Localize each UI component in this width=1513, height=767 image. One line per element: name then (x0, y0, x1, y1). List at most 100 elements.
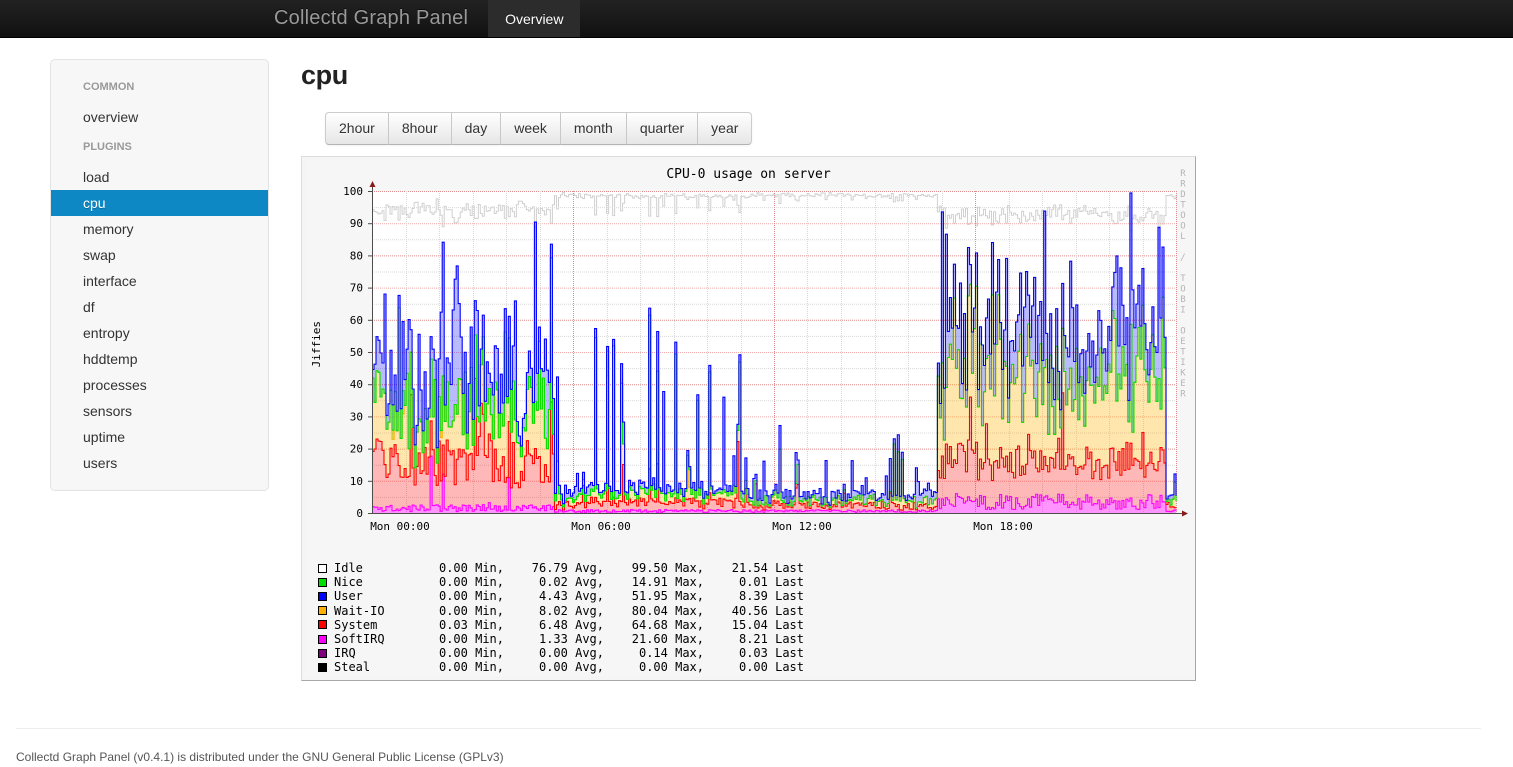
legend-stat-min: 0.00 Min, (424, 660, 504, 675)
svg-text:40: 40 (350, 378, 363, 391)
svg-text:30: 30 (350, 410, 363, 423)
brand-title[interactable]: Collectd Graph Panel (274, 0, 488, 37)
legend-series-name: IRQ (334, 646, 356, 661)
legend-stat-max: 80.04 Max, (624, 603, 704, 618)
graph-legend: Idle 0.00 Min, 76.79 Avg, 99.50 Max, 21.… (318, 561, 804, 675)
svg-text:Mon 12:00: Mon 12:00 (772, 520, 832, 533)
legend-series-name: Idle (334, 561, 363, 575)
legend-stat-last: 0.00 Last (724, 660, 804, 675)
navbar-tabs: Overview (488, 0, 581, 37)
sidebar-item-overview[interactable]: overview (51, 104, 268, 130)
sidebar-link-sensors[interactable]: sensors (51, 398, 268, 424)
sidebar-item-memory[interactable]: memory (51, 216, 268, 242)
legend-row: Steal 0.00 Min, 0.00 Avg, 0.00 Max, 0.00… (318, 660, 804, 674)
timespan-button-group: 2hour 8hour day week month quarter year (325, 112, 753, 145)
sidebar-item-processes[interactable]: processes (51, 372, 268, 398)
legend-stat-avg: 4.43 Avg, (524, 589, 604, 604)
legend-stat-avg: 76.79 Avg, (524, 561, 604, 575)
sidebar-item-sensors[interactable]: sensors (51, 398, 268, 424)
legend-row: Nice 0.00 Min, 0.02 Avg, 14.91 Max, 0.01… (318, 575, 804, 589)
sidebar-item-users[interactable]: users (51, 450, 268, 476)
sidebar-link-load[interactable]: load (51, 164, 268, 190)
timespan-button-year[interactable]: year (698, 112, 753, 145)
legend-color-swatch (318, 577, 327, 587)
sidebar-link-overview[interactable]: overview (51, 104, 268, 130)
sidebar-item-interface[interactable]: interface (51, 268, 268, 294)
legend-color-swatch (318, 591, 327, 601)
legend-color-swatch (318, 563, 327, 573)
legend-stat-max: 0.14 Max, (624, 646, 704, 661)
cpu-graph-container[interactable]: CPU-0 usage on server Jiffies RRDTOOL / … (301, 156, 1196, 681)
sidebar-link-hddtemp[interactable]: hddtemp (51, 346, 268, 372)
legend-stat-avg: 8.02 Avg, (524, 603, 604, 618)
sidebar-item-hddtemp[interactable]: hddtemp (51, 346, 268, 372)
legend-row: IRQ 0.00 Min, 0.00 Avg, 0.14 Max, 0.03 L… (318, 646, 804, 660)
timespan-button-2hour[interactable]: 2hour (325, 112, 389, 145)
sidebar-item-df[interactable]: df (51, 294, 268, 320)
legend-stat-min: 0.00 Min, (424, 646, 504, 661)
legend-row: SoftIRQ 0.00 Min, 1.33 Avg, 21.60 Max, 8… (318, 632, 804, 646)
sidebar-item-entropy[interactable]: entropy (51, 320, 268, 346)
footer-license-text: Collectd Graph Panel (v0.4.1) is distrib… (16, 750, 504, 764)
sidebar-item-load[interactable]: load (51, 164, 268, 190)
legend-stat-min: 0.00 Min, (424, 589, 504, 604)
timespan-button-day[interactable]: day (451, 112, 502, 145)
svg-text:50: 50 (350, 346, 363, 359)
cpu-graph-canvas: CPU-0 usage on server Jiffies RRDTOOL / … (306, 161, 1191, 676)
top-navbar: Collectd Graph Panel Overview (0, 0, 1513, 38)
legend-stat-last: 8.39 Last (724, 589, 804, 604)
sidebar-link-memory[interactable]: memory (51, 216, 268, 242)
svg-text:70: 70 (350, 282, 363, 295)
svg-text:Mon 06:00: Mon 06:00 (571, 520, 631, 533)
legend-stat-min: 0.00 Min, (424, 631, 504, 646)
sidebar: COMMON overview PLUGINS load cpu memory … (50, 59, 269, 491)
legend-stat-avg: 0.00 Avg, (524, 660, 604, 675)
legend-color-swatch (318, 606, 327, 616)
legend-stat-max: 64.68 Max, (624, 617, 704, 632)
sidebar-link-df[interactable]: df (51, 294, 268, 320)
legend-stat-last: 21.54 Last (724, 561, 804, 575)
legend-stat-avg: 0.02 Avg, (524, 575, 604, 590)
sidebar-link-interface[interactable]: interface (51, 268, 268, 294)
sidebar-item-cpu[interactable]: cpu (51, 190, 268, 216)
legend-series-name: Steal (334, 660, 371, 675)
svg-text:60: 60 (350, 314, 363, 327)
svg-text:100: 100 (343, 185, 363, 198)
legend-stat-max: 14.91 Max, (624, 575, 704, 590)
sidebar-link-swap[interactable]: swap (51, 242, 268, 268)
legend-series-name: System (334, 617, 378, 632)
legend-row: Idle 0.00 Min, 76.79 Avg, 99.50 Max, 21.… (318, 561, 804, 575)
sidebar-link-cpu[interactable]: cpu (51, 190, 268, 216)
legend-series-name: User (334, 589, 363, 604)
legend-stat-min: 0.03 Min, (424, 617, 504, 632)
sidebar-nav-list: COMMON overview PLUGINS load cpu memory … (51, 70, 268, 476)
svg-text:0: 0 (356, 507, 363, 520)
tab-overview[interactable]: Overview (488, 0, 581, 37)
sidebar-link-users[interactable]: users (51, 450, 268, 476)
sidebar-item-uptime[interactable]: uptime (51, 424, 268, 450)
timespan-button-week[interactable]: week (501, 112, 561, 145)
sidebar-item-swap[interactable]: swap (51, 242, 268, 268)
sidebar-header-common: COMMON (83, 81, 135, 93)
legend-stat-avg: 1.33 Avg, (524, 631, 604, 646)
page-title: cpu (301, 60, 348, 90)
sidebar-link-entropy[interactable]: entropy (51, 320, 268, 346)
sidebar-link-uptime[interactable]: uptime (51, 424, 268, 450)
legend-stat-min: 0.00 Min, (424, 575, 504, 590)
legend-stat-min: 0.00 Min, (424, 603, 504, 618)
timespan-button-month[interactable]: month (560, 112, 627, 145)
sidebar-link-processes[interactable]: processes (51, 372, 268, 398)
svg-text:10: 10 (350, 475, 363, 488)
legend-row: Wait-IO 0.00 Min, 8.02 Avg, 80.04 Max, 4… (318, 604, 804, 618)
legend-stat-avg: 0.00 Avg, (524, 646, 604, 661)
legend-stat-min: 0.00 Min, (424, 561, 504, 575)
svg-text:20: 20 (350, 443, 363, 456)
legend-color-swatch (318, 620, 327, 630)
timespan-button-quarter[interactable]: quarter (626, 112, 699, 145)
svg-text:Mon 18:00: Mon 18:00 (973, 520, 1033, 533)
timespan-button-8hour[interactable]: 8hour (388, 112, 452, 145)
legend-stat-last: 0.01 Last (724, 575, 804, 590)
svg-text:90: 90 (350, 217, 363, 230)
legend-stat-max: 21.60 Max, (624, 631, 704, 646)
legend-stat-last: 40.56 Last (724, 603, 804, 618)
